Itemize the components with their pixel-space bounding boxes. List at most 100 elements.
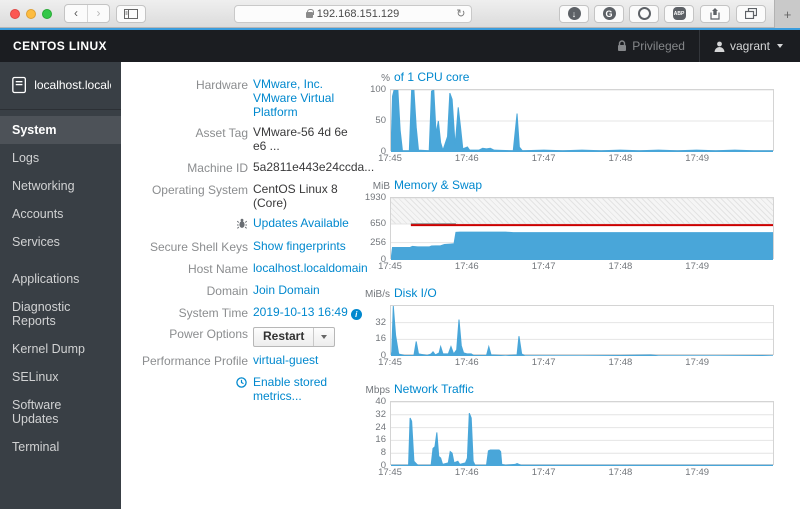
ring-extension-icon [637,7,651,20]
info-row-enable-stored-metrics: Enable stored metrics... [131,375,362,404]
sidebar-item-software-updates[interactable]: Software Updates [0,391,121,433]
chart-unit-label: MiB/s [365,289,390,300]
sidebar-item-applications[interactable]: Applications [0,265,121,293]
sidebar-item-selinux[interactable]: SELinux [0,363,121,391]
info-row-operating-system: Operating System CentOS Linux 8 (Core) [131,181,362,211]
x-axis-labels: 17:45 17:46 17:47 17:48 17:49 [378,153,710,164]
window-minimize-button[interactable] [26,8,36,19]
info-label: Performance Profile [141,354,248,369]
info-label: Operating System [151,182,248,197]
user-name: vagrant [729,39,770,53]
download-extension-button[interactable]: ↓ [559,4,589,23]
system-info-panel: Hardware VMware, Inc. VMware Virtual Plat… [121,62,374,509]
info-badge-icon[interactable]: i [350,308,362,320]
chart-title-link-disk[interactable]: Disk I/O [394,286,437,300]
info-row-machine-id: Machine ID 5a2811e443e24ccda... [131,160,374,176]
info-row-power-options: Power Options Restart [131,327,362,348]
enable-stored-metrics-link[interactable]: Enable stored metrics... [253,375,327,403]
share-icon [710,7,720,20]
tls-lock-icon [305,9,314,18]
2019-10-13-16-49-link[interactable]: 2019-10-13 16:49 [253,305,348,319]
reload-icon[interactable]: ↻ [456,7,465,20]
window-close-button[interactable] [10,8,20,19]
user-menu[interactable]: vagrant [698,30,787,62]
virtual-guest-link[interactable]: virtual-guest [253,353,318,367]
tab-overview-icon [745,8,757,19]
browser-chrome: ‹ › 192.168.151.129 ↻ ↓ G ABP + [0,0,800,28]
adblock-extension-button[interactable]: ABP [664,4,694,23]
info-label [131,376,248,404]
window-zoom-button[interactable] [42,8,52,19]
chart-title-link-cpu[interactable]: of 1 CPU core [394,70,469,84]
chart-memory: MiB Memory & Swap 0 256 650 1930 17:45 17:46 17:… [362,178,774,273]
info-row-system-time: System Time 2019-10-13 16:49 i [131,305,362,321]
privileged-indicator[interactable]: Privileged [603,39,699,53]
show-fingerprints-link[interactable]: Show fingerprints [253,239,346,253]
localhost-localdomain-link[interactable]: localhost.localdomain [253,261,368,275]
sidebar-item-accounts[interactable]: Accounts [0,200,121,228]
extension-buttons: ↓ G ABP [559,4,694,23]
sidebar-item-terminal[interactable]: Terminal [0,433,121,461]
plot-area-memory[interactable] [390,197,774,260]
join-domain-link[interactable]: Join Domain [253,283,320,297]
info-row-secure-shell-keys: Secure Shell Keys Show fingerprints [131,239,362,255]
new-tab-button[interactable]: + [774,0,800,28]
chart-unit-label: MiB [372,181,390,192]
chart-title-link-memory[interactable]: Memory & Swap [394,178,482,192]
brand-title: CENTOS LINUX [13,39,107,53]
info-label: Power Options [169,327,248,342]
user-icon [714,41,725,52]
dropdown-caret-icon [321,335,328,340]
info-row-host-name: Host Name localhost.localdomain [131,261,368,277]
plot-area-cpu[interactable] [390,89,774,152]
sidebar-item-networking[interactable]: Networking [0,172,121,200]
share-button[interactable] [700,4,730,23]
address-bar[interactable]: 192.168.151.129 ↻ [233,4,472,23]
plot-area-disk[interactable] [390,305,774,356]
x-axis-labels: 17:45 17:46 17:47 17:48 17:49 [378,261,710,272]
host-selector[interactable]: localhost.locald... [0,62,121,107]
chart-unit-label: % [381,73,390,84]
tab-overview-button[interactable] [736,4,766,23]
info-row-performance-profile: Performance Profile virtual-guest [131,353,362,369]
forward-button[interactable]: › [87,5,109,22]
restart-button[interactable]: Restart [254,328,313,346]
power-options-dropdown-toggle[interactable] [313,328,334,347]
sidebar-item-kernel-dump[interactable]: Kernel Dump [0,335,121,363]
server-icon [12,76,27,94]
sidebar-divider [0,109,121,110]
privileged-lock-icon [618,40,627,51]
sidebar-toggle-button[interactable] [116,4,146,23]
adblock-extension-icon: ABP [672,7,686,20]
sidebar-item-services[interactable]: Services [0,228,121,256]
updates-available-link[interactable]: Updates Available [253,216,349,230]
url-text: 192.168.151.129 [316,7,400,20]
sidebar-toggle-icon [124,8,138,19]
back-button[interactable]: ‹ [65,5,87,22]
chart-title-link-network[interactable]: Network Traffic [394,382,474,396]
info-value-text: CentOS Linux 8 (Core) [253,181,338,210]
sidebar: localhost.locald... SystemLogsNetworking… [0,62,121,509]
charts-panel: % of 1 CPU core 0 50 100 17:45 17:46 17:47 17:48… [362,62,800,509]
plot-area-network[interactable] [390,401,774,466]
x-axis-labels: 17:45 17:46 17:47 17:48 17:49 [378,467,710,478]
grammar-extension-button[interactable]: G [594,4,624,23]
info-label: Domain [206,283,248,298]
sidebar-item-logs[interactable]: Logs [0,144,121,172]
chart-unit-label: Mbps [365,385,390,396]
y-axis-labels: 0 256 650 1930 [364,192,386,265]
host-name: localhost.locald... [34,78,111,92]
ring-extension-button[interactable] [629,4,659,23]
x-axis-labels: 17:45 17:46 17:47 17:48 17:49 [378,357,710,368]
chart-disk: MiB/s Disk I/O 0 16 32 17:45 17:46 17:47 17:48 17… [362,286,774,369]
vmware-inc-vmware-virtual-platform-link[interactable]: VMware, Inc. VMware Virtual Platform [253,77,334,119]
info-label: Host Name [187,261,248,276]
grammar-extension-icon: G [602,7,616,20]
info-row-domain: Domain Join Domain [131,283,362,299]
sidebar-item-system[interactable]: System [0,116,121,144]
user-menu-caret-icon [777,44,783,48]
info-label: Hardware [195,78,248,92]
info-label: Secure Shell Keys [149,240,248,255]
history-nav: ‹ › [64,4,110,23]
sidebar-item-diagnostic-reports[interactable]: Diagnostic Reports [0,293,121,335]
